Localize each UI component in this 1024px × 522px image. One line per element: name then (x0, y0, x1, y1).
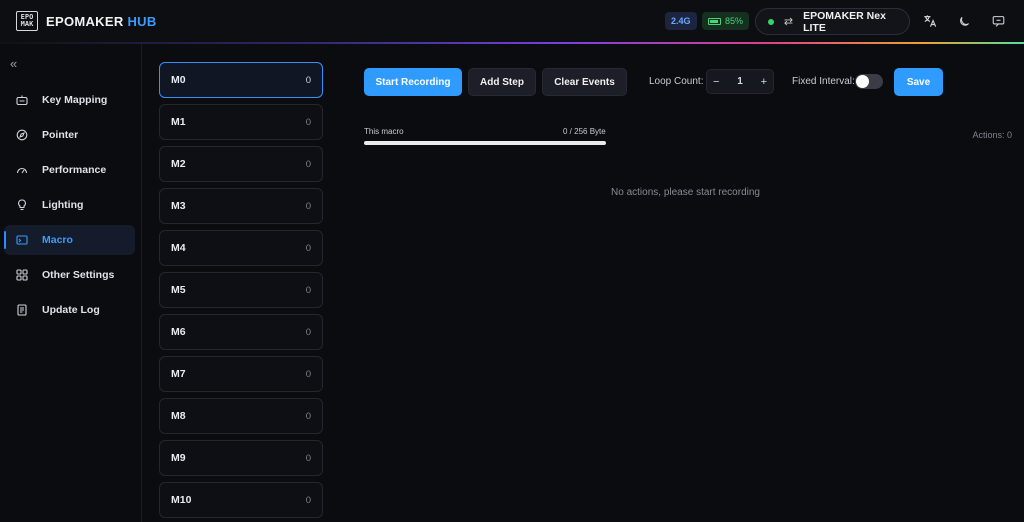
empty-actions-message: No actions, please start recording (611, 187, 760, 198)
moon-icon[interactable] (956, 13, 972, 29)
macro-count: 0 (305, 74, 311, 86)
macro-item-m7[interactable]: M7 0 (159, 356, 323, 392)
sidebar-item-label: Performance (42, 164, 107, 176)
macro-count: 0 (305, 452, 311, 464)
sidebar-item-label: Lighting (42, 199, 84, 211)
gauge-icon (16, 164, 28, 176)
decrement-button[interactable]: − (713, 76, 719, 88)
sidebar-item-lighting[interactable]: Lighting (4, 190, 135, 220)
macro-item-m1[interactable]: M1 0 (159, 104, 323, 140)
macro-name: M0 (171, 74, 186, 86)
macro-size-progress (364, 141, 606, 145)
grid-icon (16, 269, 28, 281)
sidebar-item-label: Macro (42, 234, 73, 246)
loop-count-label: Loop Count: (649, 76, 704, 87)
macro-count: 0 (305, 368, 311, 380)
macro-item-m8[interactable]: M8 0 (159, 398, 323, 434)
macro-icon (16, 234, 28, 246)
start-recording-button[interactable]: Start Recording (364, 68, 462, 96)
app-header: EPO MAK EPOMAKER HUB 2.4G 85% ⇄ EPOMAKER … (0, 0, 1024, 42)
macro-item-m6[interactable]: M6 0 (159, 314, 323, 350)
app-title: EPOMAKER HUB (46, 14, 157, 29)
clear-events-button[interactable]: Clear Events (542, 68, 627, 96)
actions-count: Actions: 0 (972, 130, 1012, 140)
macro-name: M7 (171, 368, 186, 380)
macro-name: M6 (171, 326, 186, 338)
sidebar-item-label: Update Log (42, 304, 100, 316)
macro-count: 0 (305, 200, 311, 212)
macro-name: M1 (171, 116, 186, 128)
loop-count-stepper: − 1 + (706, 69, 774, 94)
macro-item-m2[interactable]: M2 0 (159, 146, 323, 182)
macro-name: M10 (171, 494, 192, 506)
fixed-interval-toggle[interactable] (855, 74, 883, 89)
device-name: EPOMAKER Nex LITE (803, 9, 886, 34)
macro-count: 0 (305, 158, 311, 170)
macro-item-m4[interactable]: M4 0 (159, 230, 323, 266)
sidebar-item-label: Key Mapping (42, 94, 108, 106)
macro-name: M8 (171, 410, 186, 422)
macro-count: 0 (305, 242, 311, 254)
sidebar-item-pointer[interactable]: Pointer (4, 120, 135, 150)
document-icon (16, 304, 28, 316)
sidebar-item-macro[interactable]: Macro (4, 225, 135, 255)
macro-size-label: This macro (364, 127, 404, 136)
battery-badge: 85% (702, 12, 750, 30)
battery-level: 85% (725, 16, 744, 26)
sidebar-item-label: Other Settings (42, 269, 115, 281)
macro-count: 0 (305, 284, 311, 296)
save-button[interactable]: Save (894, 68, 943, 96)
online-status-icon (768, 18, 774, 25)
macro-count: 0 (305, 410, 311, 422)
macro-item-m10[interactable]: M10 0 (159, 482, 323, 518)
device-selector[interactable]: ⇄ EPOMAKER Nex LITE (755, 8, 910, 35)
macro-name: M3 (171, 200, 186, 212)
macro-name: M5 (171, 284, 186, 296)
macro-item-m5[interactable]: M5 0 (159, 272, 323, 308)
compass-icon (16, 129, 28, 141)
add-step-button[interactable]: Add Step (468, 68, 536, 96)
sidebar-item-key-mapping[interactable]: Key Mapping (4, 85, 135, 115)
macro-item-m0[interactable]: M0 0 (159, 62, 323, 98)
macro-count: 0 (305, 326, 311, 338)
bulb-icon (16, 199, 28, 211)
macro-item-m9[interactable]: M9 0 (159, 440, 323, 476)
sidebar-item-performance[interactable]: Performance (4, 155, 135, 185)
sidebar-item-update-log[interactable]: Update Log (4, 295, 135, 325)
macro-name: M4 (171, 242, 186, 254)
brand-name: EPOMAKER (46, 13, 124, 29)
sidebar-item-other-settings[interactable]: Other Settings (4, 260, 135, 290)
macro-count: 0 (305, 494, 311, 506)
sidebar-item-label: Pointer (42, 129, 79, 141)
macro-name: M2 (171, 158, 186, 170)
battery-icon (708, 17, 721, 25)
brand-accent: HUB (127, 13, 157, 29)
feedback-icon[interactable] (990, 13, 1006, 29)
keyboard-icon (16, 94, 28, 106)
increment-button[interactable]: + (761, 76, 767, 88)
logo-mark-icon: EPO MAK (16, 11, 38, 31)
connection-badge: 2.4G (665, 12, 697, 30)
sidebar: « Key Mapping Pointer Performance Lighti… (0, 44, 142, 522)
macro-size-value: 0 / 256 Byte (563, 127, 606, 136)
header-accent-line (0, 42, 1024, 44)
language-icon[interactable] (922, 13, 938, 29)
macro-count: 0 (305, 116, 311, 128)
fixed-interval-label: Fixed Interval: (792, 76, 855, 87)
collapse-sidebar-icon[interactable]: « (10, 56, 17, 71)
loop-count-value[interactable]: 1 (737, 76, 743, 87)
app-logo: EPO MAK EPOMAKER HUB (16, 11, 157, 31)
swap-icon: ⇄ (783, 16, 794, 28)
macro-name: M9 (171, 452, 186, 464)
macro-item-m3[interactable]: M3 0 (159, 188, 323, 224)
